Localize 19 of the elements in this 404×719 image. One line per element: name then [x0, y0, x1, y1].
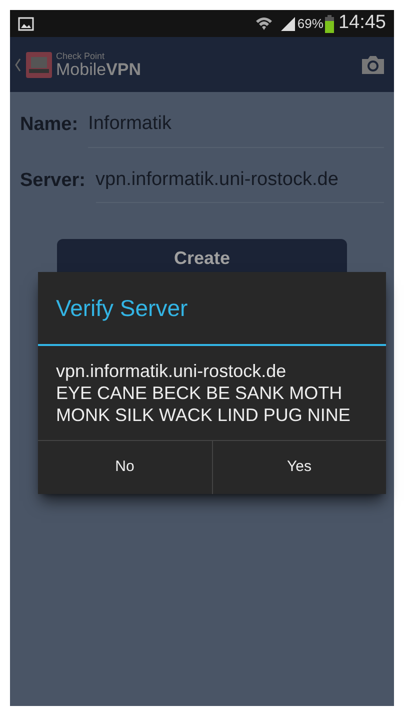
message-line: EYE CANE BECK BE SANK MOTH [56, 382, 344, 404]
dialog-button[interactable]: Yes [212, 441, 386, 494]
dialog-button[interactable]: No [38, 441, 212, 494]
battery-icon [325, 14, 334, 32]
camera-icon[interactable] [360, 54, 386, 76]
app-title: MobileVPN [56, 60, 142, 78]
back-icon[interactable] [14, 58, 22, 72]
field-label: Server: [20, 168, 86, 192]
wifi-icon [255, 16, 274, 32]
field-label: Name: [20, 113, 78, 137]
signal-icon [281, 16, 296, 30]
clock: 14:45 [338, 11, 386, 36]
message-line: vpn.informatik.uni-rostock.de [56, 360, 288, 382]
message-line: MONK SILK WACK LIND PUG NINE [56, 404, 352, 426]
brand-tagline: Check Point [56, 52, 106, 60]
battery-percent: 69% [297, 14, 324, 33]
dialog-title: Verify Server [55, 294, 189, 323]
picture-icon [18, 16, 34, 30]
laptop-icon [26, 52, 52, 78]
